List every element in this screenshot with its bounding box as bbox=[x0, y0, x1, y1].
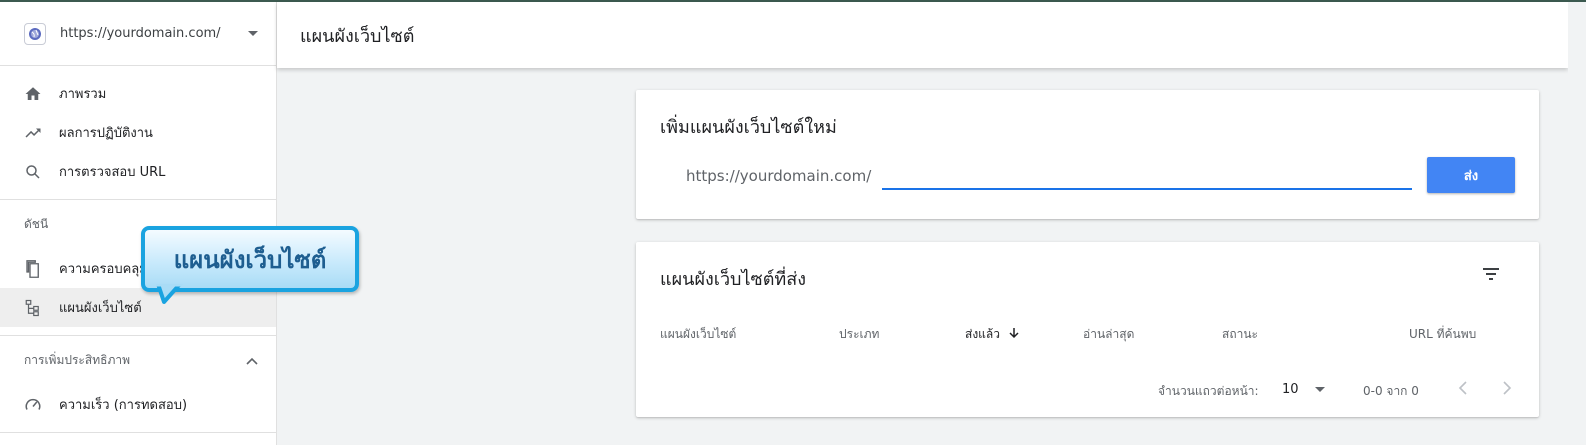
pagination-range: 0-0 จาก 0 bbox=[1363, 384, 1419, 398]
url-prefix: https://yourdomain.com/ bbox=[686, 167, 872, 185]
add-sitemap-title: เพิ่มแผนผังเว็บไซต์ใหม่ bbox=[660, 117, 837, 138]
sidebar-item-performance[interactable]: ผลการปฏิบัติงาน bbox=[0, 113, 276, 152]
property-selector[interactable]: https://yourdomain.com/ bbox=[0, 2, 276, 66]
sitemaps-callout: แผนผังเว็บไซต์ bbox=[141, 226, 359, 292]
sitemap-icon bbox=[24, 299, 42, 317]
chevron-up-icon bbox=[246, 354, 258, 368]
submitted-sitemaps-card: แผนผังเว็บไซต์ที่ส่ง แผนผังเว็บไซต์ ประเ… bbox=[636, 242, 1539, 417]
chevron-down-icon bbox=[1314, 386, 1325, 392]
column-header-submitted[interactable]: ส่งแล้ว bbox=[965, 325, 1020, 344]
arrow-down-icon bbox=[1008, 327, 1020, 342]
section-label: ดัชนี bbox=[24, 217, 49, 231]
sidebar: https://yourdomain.com/ ภาพรวม ผลการปฏิบ… bbox=[0, 2, 277, 445]
rows-per-page-value: 10 bbox=[1282, 381, 1299, 397]
sidebar-item-url-inspection[interactable]: การตรวจสอบ URL bbox=[0, 152, 276, 191]
column-header-type[interactable]: ประเภท bbox=[839, 325, 879, 344]
search-icon bbox=[24, 163, 42, 181]
sidebar-item-label: การตรวจสอบ URL bbox=[59, 165, 166, 180]
sidebar-item-label: ภาพรวม bbox=[59, 87, 107, 102]
sitemap-url-input[interactable] bbox=[882, 160, 1412, 190]
trending-up-icon bbox=[24, 124, 42, 142]
submitted-sitemaps-title: แผนผังเว็บไซต์ที่ส่ง bbox=[660, 269, 807, 290]
column-header-discovered-urls[interactable]: URL ที่ค้นพบ bbox=[1409, 325, 1476, 344]
sidebar-item-label: ความเร็ว (การทดสอบ) bbox=[59, 398, 188, 413]
sidebar-item-label: ผลการปฏิบัติงาน bbox=[59, 126, 153, 141]
speedometer-icon bbox=[24, 396, 42, 414]
section-header-enhancements[interactable]: การเพิ่มประสิทธิภาพ bbox=[0, 336, 276, 385]
sidebar-item-sitemaps[interactable]: แผนผังเว็บไซต์ bbox=[0, 288, 276, 327]
column-header-label: ส่งแล้ว bbox=[965, 327, 1001, 341]
page-title: แผนผังเว็บไซต์ bbox=[300, 25, 415, 47]
globe-icon bbox=[24, 22, 46, 45]
callout-pointer bbox=[156, 284, 182, 304]
top-bar: แผนผังเว็บไซต์ bbox=[277, 2, 1568, 68]
next-page-button[interactable] bbox=[1495, 376, 1519, 400]
section-divider bbox=[0, 432, 276, 433]
property-url: https://yourdomain.com/ bbox=[60, 26, 221, 41]
prev-page-button[interactable] bbox=[1451, 376, 1475, 400]
column-header-sitemap[interactable]: แผนผังเว็บไซต์ bbox=[660, 325, 736, 344]
sidebar-item-speed[interactable]: ความเร็ว (การทดสอบ) bbox=[0, 385, 276, 424]
chevron-down-icon bbox=[248, 31, 258, 36]
callout-text: แผนผังเว็บไซต์ bbox=[173, 245, 327, 274]
nav-main: ภาพรวม ผลการปฏิบัติงาน การตรวจสอบ URL bbox=[0, 66, 276, 191]
home-icon bbox=[24, 85, 42, 103]
rows-per-page-label: จำนวนแถวต่อหน้า: bbox=[1158, 384, 1259, 398]
filter-icon[interactable] bbox=[1479, 262, 1503, 286]
section-label: การเพิ่มประสิทธิภาพ bbox=[24, 353, 130, 367]
rows-per-page-select[interactable]: 10 bbox=[1282, 379, 1330, 399]
sidebar-item-overview[interactable]: ภาพรวม bbox=[0, 74, 276, 113]
submit-button[interactable]: ส่ง bbox=[1427, 157, 1515, 193]
chevron-left-icon bbox=[1458, 381, 1467, 395]
copy-icon bbox=[24, 259, 42, 278]
scrollbar[interactable] bbox=[1568, 2, 1586, 445]
sidebar-item-label: ความครอบคลุม bbox=[59, 262, 148, 277]
add-sitemap-card: เพิ่มแผนผังเว็บไซต์ใหม่ https://yourdoma… bbox=[636, 90, 1539, 219]
column-header-status[interactable]: สถานะ bbox=[1222, 325, 1258, 344]
column-header-last-read[interactable]: อ่านล่าสุด bbox=[1083, 325, 1134, 344]
chevron-right-icon bbox=[1503, 381, 1512, 395]
sidebar-item-label: แผนผังเว็บไซต์ bbox=[59, 301, 142, 316]
